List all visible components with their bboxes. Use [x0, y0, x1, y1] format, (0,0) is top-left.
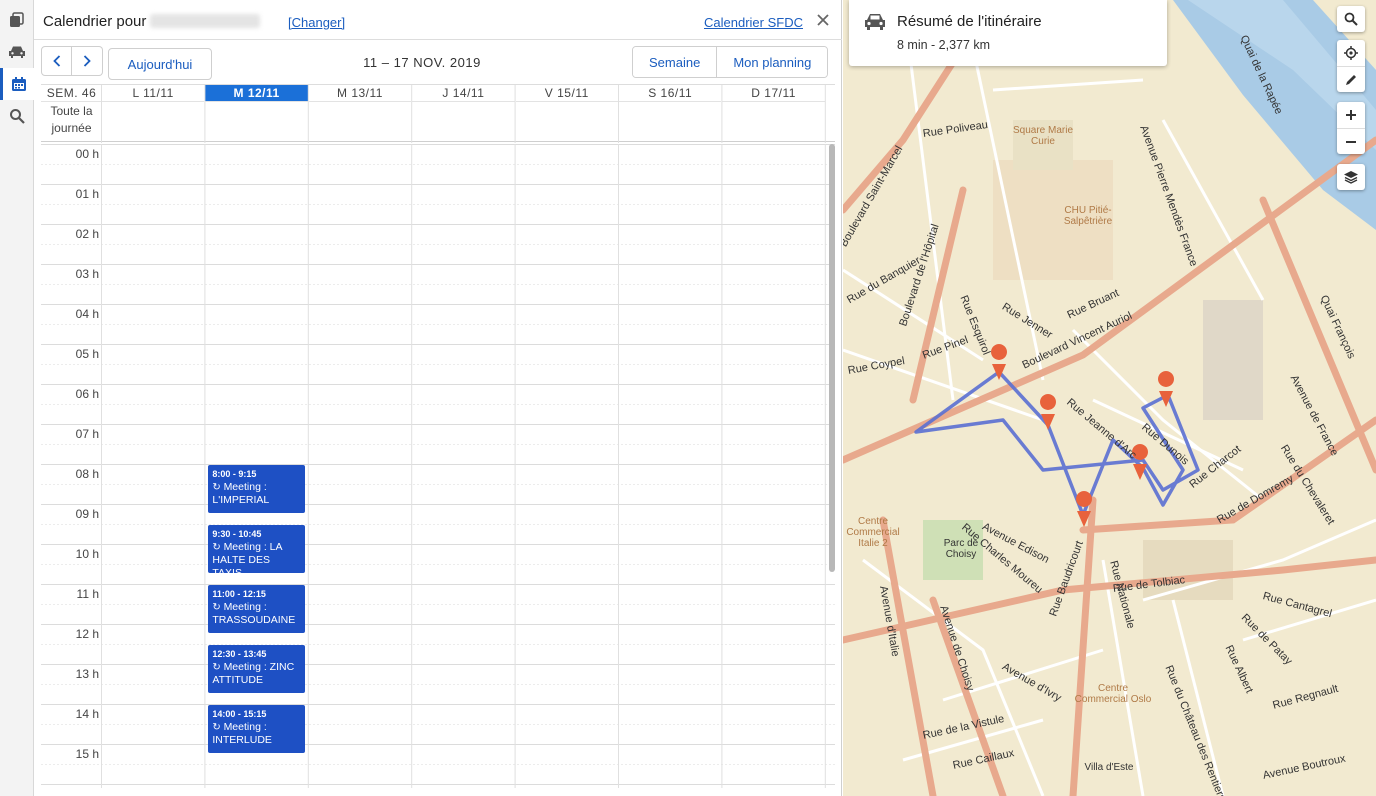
recurring-icon: ↻ — [212, 722, 224, 733]
week-view-button[interactable]: Semaine — [633, 47, 717, 77]
search-icon[interactable] — [1337, 6, 1365, 32]
recurring-icon: ↻ — [212, 662, 224, 673]
poi-label: Centre Commercial Oslo — [1074, 683, 1152, 705]
chevron-right-icon — [83, 55, 91, 67]
previous-week-button[interactable] — [41, 46, 72, 76]
zoom-in-icon[interactable] — [1337, 102, 1365, 128]
calendar-event[interactable]: 9:30 - 10:45 ↻ Meeting : LA HALTE DES TAX… — [208, 525, 305, 573]
calendar-toolbar: Aujourd'hui 11 – 17 NOV. 2019 Semaine Mo… — [34, 40, 842, 84]
pencil-icon[interactable] — [1337, 66, 1365, 92]
calendar-event[interactable]: 11:00 - 12:15 ↻ Meeting : TRASSOUDAINE — [208, 585, 305, 633]
map-view[interactable]: Boulevard Vincent Auriol Rue de Tolbiac … — [843, 0, 1376, 796]
poi-label: CHU Pitié-Salpêtrière — [1063, 205, 1113, 227]
hour-label: 09 h — [75, 507, 99, 521]
calendar-event[interactable]: 8:00 - 9:15 ↻ Meeting : L'IMPERIAL — [208, 465, 305, 513]
hour-label: 06 h — [75, 387, 99, 401]
day-header[interactable]: M 12/11 — [205, 85, 308, 102]
hour-label: 12 h — [75, 627, 99, 641]
view-switch: Semaine Mon planning — [632, 46, 829, 78]
left-rail — [0, 0, 34, 796]
event-title: Meeting : TRASSOUDAINE — [212, 601, 296, 626]
day-header[interactable]: S 16/11 — [619, 85, 722, 102]
map-search-control — [1337, 6, 1365, 32]
calendar-header: Calendrier pour [Changer] Calendrier SFD… — [34, 0, 842, 40]
map-canvas — [843, 0, 1376, 796]
day-header[interactable]: V 15/11 — [515, 85, 618, 102]
hour-label: 08 h — [75, 467, 99, 481]
calendar-owner-redacted — [150, 14, 261, 28]
route-summary-card: Résumé de l'itinéraire 8 min - 2,377 km — [849, 0, 1167, 66]
poi-label: Parc de Choisy — [943, 538, 979, 560]
hour-label: 04 h — [75, 307, 99, 321]
zoom-out-icon[interactable] — [1337, 128, 1365, 154]
event-title: Meeting : ZINC ATTITUDE — [212, 661, 295, 686]
event-time: 14:00 - 15:15 — [212, 709, 267, 719]
calendar-grid-header: SEM. 46 Toute la journée L 11/11 M 12/11 M… — [41, 84, 835, 143]
week-number: SEM. 46 — [41, 85, 102, 102]
car-icon[interactable] — [0, 36, 34, 68]
hour-label: 15 h — [75, 747, 99, 761]
calendar-scrollbar[interactable] — [829, 144, 835, 572]
layers-icon[interactable] — [1337, 164, 1365, 190]
event-time: 11:00 - 12:15 — [212, 589, 266, 599]
event-time: 12:30 - 13:45 — [212, 649, 267, 659]
hour-label: 03 h — [75, 267, 99, 281]
calendar-icon[interactable] — [0, 68, 34, 100]
my-schedule-button[interactable]: Mon planning — [716, 47, 828, 77]
hour-label: 07 h — [75, 427, 99, 441]
hour-label: 14 h — [75, 707, 99, 721]
allday-label: Toute la journée — [50, 104, 93, 135]
hour-label: 02 h — [75, 227, 99, 241]
hour-label: 01 h — [75, 187, 99, 201]
recurring-icon: ↻ — [212, 482, 224, 493]
today-button[interactable]: Aujourd'hui — [108, 48, 212, 80]
calendar-title-text: Calendrier pour — [43, 13, 147, 30]
close-icon[interactable] — [814, 11, 832, 29]
calendar-title: Calendrier pour — [43, 13, 261, 30]
event-title: Meeting : LA HALTE DES TAXIS — [212, 541, 282, 573]
map-tools-control — [1337, 40, 1365, 92]
hour-label: 11 h — [76, 587, 99, 601]
hour-label: 13 h — [75, 667, 99, 681]
change-calendar-link[interactable]: [Changer] — [288, 15, 345, 30]
hour-label: 05 h — [75, 347, 99, 361]
sfdc-calendar-link[interactable]: Calendrier SFDC — [704, 15, 803, 30]
poi-label: Square Marie Curie — [1012, 125, 1074, 147]
day-header[interactable]: M 13/11 — [308, 85, 412, 102]
day-header[interactable]: L 11/11 — [102, 85, 205, 102]
next-week-button[interactable] — [72, 46, 103, 76]
route-summary: 8 min - 2,377 km — [897, 38, 991, 52]
calendar-grid-body[interactable]: 00 h 01 h 02 h 03 h 04 h 05 h 06 h 07 h 08 h 09 h… — [41, 144, 835, 788]
week-range: 11 – 17 NOV. 2019 — [363, 55, 481, 70]
day-header[interactable]: J 14/11 — [412, 85, 515, 102]
recurring-icon: ↻ — [212, 542, 224, 553]
calendar-event[interactable]: 12:30 - 13:45 ↻ Meeting : ZINC ATTITUDE — [208, 645, 305, 693]
tabs-icon[interactable] — [0, 4, 34, 36]
search-icon[interactable] — [0, 100, 34, 132]
map-zoom-control — [1337, 102, 1365, 154]
day-header[interactable]: D 17/11 — [722, 85, 825, 102]
map-layers-control — [1337, 164, 1365, 190]
car-icon — [865, 14, 885, 30]
calendar-event[interactable]: 14:00 - 15:15 ↻ Meeting : INTERLUDE — [208, 705, 305, 753]
hour-label: 00 h — [75, 147, 99, 161]
event-time: 8:00 - 9:15 — [212, 469, 257, 479]
poi-label: Villa d'Este — [1084, 762, 1134, 773]
locate-icon[interactable] — [1337, 40, 1365, 66]
poi-label: Centre Commercial Italie 2 — [846, 516, 900, 549]
recurring-icon: ↻ — [212, 602, 224, 613]
calendar-panel: Calendrier pour [Changer] Calendrier SFD… — [34, 0, 842, 796]
chevron-left-icon — [52, 55, 60, 67]
hour-label: 10 h — [75, 547, 99, 561]
route-title: Résumé de l'itinéraire — [897, 13, 1042, 30]
event-time: 9:30 - 10:45 — [212, 529, 262, 539]
